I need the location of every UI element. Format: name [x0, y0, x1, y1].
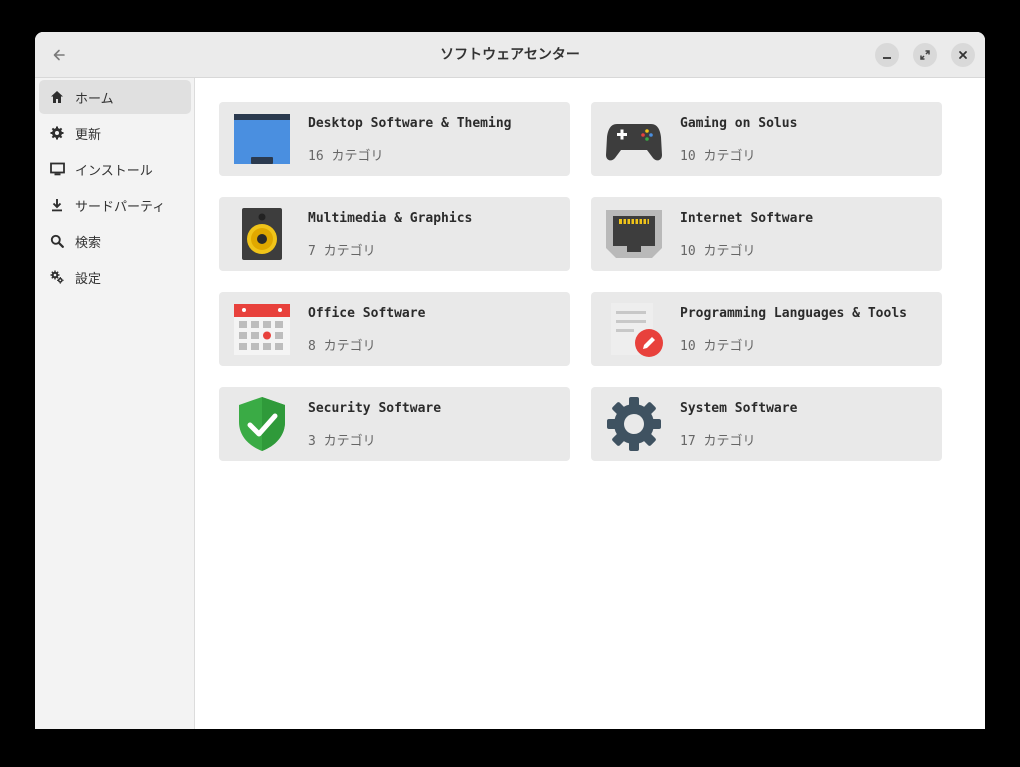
close-button[interactable] — [951, 43, 975, 67]
category-card-desktop[interactable]: Desktop Software & Theming 16 カテゴリ — [219, 102, 570, 176]
download-icon — [49, 197, 65, 213]
sidebar-item-updates[interactable]: 更新 — [39, 116, 191, 150]
sidebar-item-label: 検索 — [75, 235, 102, 251]
category-title: Internet Software — [680, 211, 814, 226]
maximize-icon — [920, 50, 930, 60]
close-icon — [959, 51, 967, 59]
category-card-programming[interactable]: Programming Languages & Tools 10 カテゴリ — [591, 292, 942, 366]
category-title: Desktop Software & Theming — [308, 116, 512, 131]
sidebar-item-home[interactable]: ホーム — [39, 80, 191, 114]
category-card-gaming[interactable]: Gaming on Solus 10 カテゴリ — [591, 102, 942, 176]
monitor-icon — [49, 161, 65, 177]
sidebar-item-settings[interactable]: 設定 — [39, 260, 191, 294]
window-title: ソフトウェアセンター — [440, 47, 580, 63]
home-icon — [49, 89, 65, 105]
category-count: 16 カテゴリ — [308, 149, 384, 164]
settings-gears-icon — [49, 269, 65, 285]
app-window: ソフトウェアセンター ホーム 更新 インストール サードパーティ 検索 設定 D… — [35, 32, 985, 729]
category-title: Gaming on Solus — [680, 116, 798, 131]
maximize-button[interactable] — [913, 43, 937, 67]
sidebar-item-third-party[interactable]: サードパーティ — [39, 188, 191, 222]
sidebar-item-label: 設定 — [75, 271, 102, 287]
speaker-icon — [233, 206, 291, 262]
sidebar-item-label: 更新 — [75, 127, 102, 143]
category-count: 8 カテゴリ — [308, 339, 376, 354]
category-count: 10 カテゴリ — [680, 149, 756, 164]
sidebar-item-search[interactable]: 検索 — [39, 224, 191, 258]
category-count: 10 カテゴリ — [680, 339, 756, 354]
document-edit-icon — [605, 301, 663, 357]
category-title: Office Software — [308, 306, 426, 321]
category-count: 7 カテゴリ — [308, 244, 376, 259]
category-card-multimedia[interactable]: Multimedia & Graphics 7 カテゴリ — [219, 197, 570, 271]
category-title: Security Software — [308, 401, 442, 416]
category-title: Programming Languages & Tools — [680, 306, 907, 321]
shield-check-icon — [233, 396, 291, 452]
category-card-internet[interactable]: Internet Software 10 カテゴリ — [591, 197, 942, 271]
category-count: 3 カテゴリ — [308, 434, 376, 449]
minimize-button[interactable] — [875, 43, 899, 67]
category-title: System Software — [680, 401, 798, 416]
sidebar: ホーム 更新 インストール サードパーティ 検索 設定 — [35, 78, 195, 729]
category-card-security[interactable]: Security Software 3 カテゴリ — [219, 387, 570, 461]
category-card-system[interactable]: System Software 17 カテゴリ — [591, 387, 942, 461]
category-card-office[interactable]: Office Software 8 カテゴリ — [219, 292, 570, 366]
sidebar-item-label: サードパーティ — [75, 199, 166, 215]
title-bar: ソフトウェアセンター — [35, 32, 985, 78]
update-gear-icon — [49, 125, 65, 141]
calendar-icon — [233, 301, 291, 357]
sidebar-item-installed[interactable]: インストール — [39, 152, 191, 186]
gear-icon — [605, 396, 663, 452]
category-count: 17 カテゴリ — [680, 434, 756, 449]
desktop-window-icon — [233, 111, 291, 167]
category-count: 10 カテゴリ — [680, 244, 756, 259]
ethernet-port-icon — [605, 206, 663, 262]
search-icon — [49, 233, 65, 249]
minimize-icon — [883, 57, 891, 59]
sidebar-item-label: ホーム — [75, 91, 114, 107]
gamepad-icon — [605, 111, 663, 167]
sidebar-item-label: インストール — [75, 163, 153, 179]
category-title: Multimedia & Graphics — [308, 211, 473, 226]
